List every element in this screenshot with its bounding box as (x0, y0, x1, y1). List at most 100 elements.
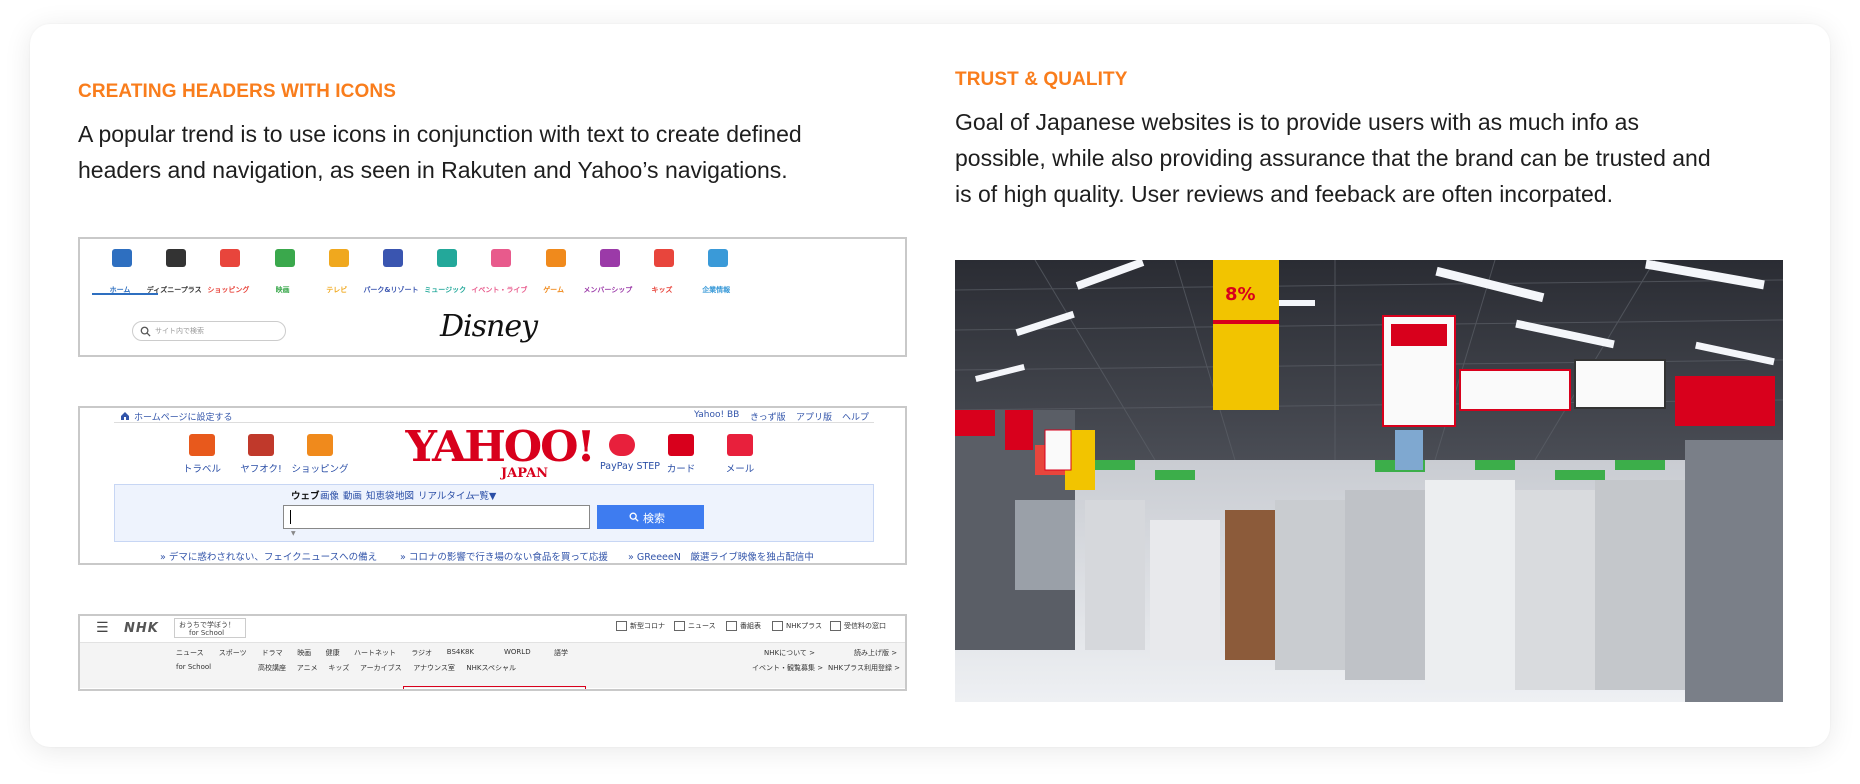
nav-item[interactable]: キッズ (632, 249, 692, 294)
disney-logo: Disney (440, 309, 538, 344)
left-body-line: headers and navigation, as seen in Rakut… (78, 157, 788, 183)
headphones-icon (437, 249, 458, 267)
search-tab[interactable]: 画像 (320, 488, 339, 502)
yahoo-top-link[interactable]: きっず版 (750, 410, 786, 423)
nhk-top-link[interactable]: 受信料の窓口 (844, 621, 886, 631)
nhk-plus-icon[interactable] (772, 621, 783, 631)
auction-gavel-icon[interactable] (248, 434, 274, 456)
mail-icon[interactable] (727, 434, 753, 456)
credit-card-icon[interactable] (668, 434, 694, 456)
yahoo-top-link[interactable]: Yahoo! BB (694, 410, 739, 420)
nhk-top-link[interactable]: ニュース (688, 621, 716, 631)
service-label[interactable]: トラベル (169, 461, 235, 475)
coronavirus-icon[interactable] (616, 621, 627, 631)
kids-icon (654, 249, 674, 267)
nhk-nav-item[interactable]: 映画 (297, 648, 311, 658)
nhk-top-link[interactable]: 番組表 (740, 621, 761, 631)
yahoo-search-button[interactable]: 検索 (597, 505, 704, 529)
nav-item[interactable]: パーク&リゾート (361, 249, 421, 294)
nhk-nav-item[interactable]: WORLD (504, 648, 531, 656)
nhk-nav-item[interactable]: ラジオ (411, 648, 432, 658)
home-icon (112, 249, 132, 267)
nhk-nav-item[interactable]: ハートネット (354, 648, 396, 658)
nhk-nav-item[interactable]: NHKスペシャル (466, 663, 516, 673)
nhk-top-link[interactable]: NHKプラス (786, 621, 822, 631)
nav-item[interactable]: ショッピング (198, 249, 258, 294)
nav-item[interactable]: ミュージック (415, 249, 475, 294)
nhk-nav-item[interactable]: キッズ (328, 663, 349, 673)
right-body: Goal of Japanese websites is to provide … (955, 104, 1711, 212)
store-photo: 8% (955, 260, 1783, 702)
nhk-header-screenshot: ☰ NHK おうちで学ぼう！ for School 新型コロナ ニュース 番組表 NH… (78, 614, 907, 691)
nav-item-label: 企業情報 (702, 286, 731, 294)
nhk-nav-item[interactable]: BS4K8K (447, 648, 474, 656)
schedule-icon[interactable] (726, 621, 737, 631)
receipt-icon[interactable] (830, 621, 841, 631)
content-card: CREATING HEADERS WITH ICONS A popular tr… (30, 24, 1830, 747)
nav-item[interactable]: テレビ (307, 249, 367, 294)
nhk-nav-item[interactable]: ニュース (176, 648, 204, 658)
search-tab[interactable]: 動画 (343, 488, 362, 502)
nav-item[interactable]: 企業情報 (686, 249, 746, 294)
nav-item[interactable]: 映画 (253, 249, 313, 294)
nhk-nav-item[interactable]: 健康 (326, 648, 340, 658)
gamepad-icon (545, 249, 566, 267)
nhk-logo[interactable]: NHK (124, 621, 159, 636)
right-body-line: is of high quality. User reviews and fee… (955, 181, 1613, 207)
news-link[interactable]: » GReeeeN 厳選ライブ映像を独占配信中 (628, 549, 814, 563)
yahoo-search-box: ウェブ 画像 動画 知恵袋 地図 リアルタイム 一覧▼ 検索 ▼ (114, 484, 874, 542)
nhk-right-link[interactable]: NHKプラス利用登録 > (828, 663, 900, 673)
yahoo-top-link[interactable]: ヘルプ (842, 410, 869, 423)
nav-item[interactable]: イベント・ライブ (469, 249, 529, 294)
nhk-nav-item[interactable]: アナウンス室 (413, 663, 455, 673)
yahoo-logo[interactable]: YAHOO! (406, 422, 596, 471)
service-label[interactable]: メール (707, 461, 773, 475)
nav-item[interactable]: ホーム (90, 249, 150, 294)
rakuten-search-input[interactable]: サイト内で検索 (132, 321, 286, 341)
nhk-right-link[interactable]: NHKについて > (764, 648, 815, 658)
news-link[interactable]: » デマに惑わされない、フェイクニュースへの備え (160, 549, 377, 563)
nhk-nav-item[interactable]: スポーツ (219, 648, 247, 658)
active-tab-underline (92, 293, 158, 295)
nhk-nav-item[interactable]: 語学 (554, 648, 568, 658)
service-label[interactable]: ショッピング (287, 461, 353, 475)
castle-icon (383, 249, 403, 267)
electronics-store-photo: 8% (955, 260, 1783, 702)
nav-item[interactable]: ゲーム (524, 249, 584, 294)
menu-icon[interactable]: ☰ (96, 620, 109, 636)
building-icon (708, 249, 729, 267)
nhk-right-link[interactable]: イベント・観覧募集 > (752, 663, 823, 673)
expand-arrow-icon[interactable]: ▼ (291, 530, 296, 537)
yahoo-top-link[interactable]: アプリ版 (796, 410, 832, 423)
search-tab[interactable]: 地図 (395, 488, 414, 502)
news-link[interactable]: » コロナの影響で行き場のない食品を買って応援 (400, 549, 608, 563)
movie-camera-icon (274, 249, 295, 267)
search-tab[interactable]: リアルタイム (418, 488, 475, 502)
shopping-cart-icon[interactable] (307, 434, 333, 456)
nav-item[interactable]: メンバーシップ (578, 249, 638, 294)
nhk-right-link[interactable]: 読み上げ版 > (854, 648, 897, 658)
nhk-nav-item[interactable]: ドラマ (262, 648, 283, 658)
yahoo-search-input[interactable] (283, 505, 590, 529)
search-tab[interactable]: ウェブ (291, 488, 320, 502)
nhk-school-badge[interactable]: おうちで学ぼう！ for School (174, 618, 246, 638)
nhk-nav-item[interactable]: 高校講座 (258, 663, 286, 673)
photo-sign-text: 8% (1225, 284, 1256, 305)
news-icon[interactable] (674, 621, 685, 631)
service-label[interactable]: ヤフオク! (228, 461, 294, 475)
search-icon (629, 512, 639, 522)
nhk-nav-item[interactable]: for School (176, 663, 211, 671)
nav-item[interactable]: ディズニープラス (144, 249, 204, 294)
paypay-icon[interactable] (609, 434, 635, 456)
nhk-top-link[interactable]: 新型コロナ (630, 621, 665, 631)
service-label[interactable]: カード (648, 461, 714, 475)
search-tab[interactable]: 一覧▼ (470, 488, 496, 502)
nhk-nav-item[interactable]: アニメ (297, 663, 318, 673)
suitcase-icon[interactable] (189, 434, 215, 456)
search-button-label: 検索 (643, 512, 665, 525)
nhk-nav-item[interactable]: アーカイブス (360, 663, 402, 673)
right-heading: TRUST & QUALITY (955, 69, 1128, 90)
tv-icon (328, 249, 349, 267)
search-tab[interactable]: 知恵袋 (366, 488, 395, 502)
right-body-line: possible, while also providing assurance… (955, 145, 1711, 171)
